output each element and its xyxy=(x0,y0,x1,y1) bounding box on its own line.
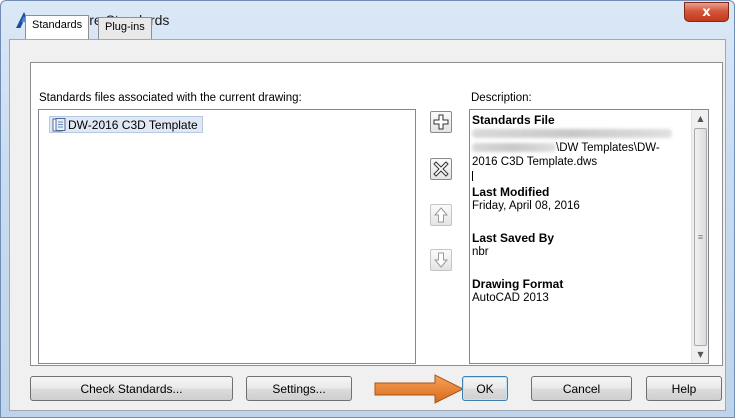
description-content: Standards File \DW Templates\DW- 2016 C3… xyxy=(472,113,682,305)
scroll-thumb[interactable]: ≡ xyxy=(694,128,707,346)
cancel-label: Cancel xyxy=(562,381,601,396)
scroll-down-arrow-icon[interactable]: ▼ xyxy=(692,346,708,363)
help-button[interactable]: Help xyxy=(646,376,722,401)
drawing-format-value: AutoCAD 2013 xyxy=(472,292,549,304)
grip-icon: ≡ xyxy=(697,232,704,242)
redacted-path-blur xyxy=(472,129,672,139)
add-standards-file-button[interactable] xyxy=(430,111,452,133)
settings-button[interactable]: Settings... xyxy=(246,376,352,401)
check-standards-label: Check Standards... xyxy=(80,381,183,396)
move-down-button[interactable] xyxy=(430,249,452,271)
redacted-path-blur xyxy=(472,143,556,153)
last-saved-by-value: nbr xyxy=(472,246,489,258)
remove-standards-file-button[interactable] xyxy=(430,158,452,180)
ok-label: OK xyxy=(476,381,494,396)
help-label: Help xyxy=(671,381,697,396)
remove-x-icon xyxy=(433,161,449,177)
text-cursor xyxy=(472,171,473,181)
annotation-arrow-icon xyxy=(374,374,465,404)
standards-files-list[interactable]: DW-2016 C3D Template xyxy=(38,109,416,364)
standards-file-path-tail: \DW Templates\DW- xyxy=(556,142,660,154)
standards-file-icon xyxy=(52,117,66,131)
cancel-button[interactable]: Cancel xyxy=(531,376,632,401)
move-up-arrow-icon xyxy=(433,207,449,223)
scroll-up-arrow-icon[interactable]: ▲ xyxy=(692,110,708,127)
tab-standards-label: Standards xyxy=(32,19,83,31)
list-item-label: DW-2016 C3D Template xyxy=(68,117,198,132)
tab-plug-ins-label: Plug-ins xyxy=(105,21,145,33)
close-icon: x xyxy=(702,4,711,20)
settings-label: Settings... xyxy=(272,381,326,396)
standards-file-heading: Standards File xyxy=(472,113,555,127)
standards-list-label: Standards files associated with the curr… xyxy=(39,92,302,104)
drawing-format-heading: Drawing Format xyxy=(472,277,564,291)
dialog-window: Configure Standards x Standards Plug-ins… xyxy=(0,0,735,418)
standards-file-path: \DW Templates\DW- 2016 C3D Template.dws xyxy=(472,127,682,169)
close-button[interactable]: x xyxy=(684,2,729,22)
tab-plug-ins[interactable]: Plug-ins xyxy=(98,17,152,39)
description-scrollbar[interactable]: ▲ ≡ ▼ xyxy=(691,110,708,363)
last-modified-heading: Last Modified xyxy=(472,185,550,199)
standards-file-path-end: 2016 C3D Template.dws xyxy=(472,156,598,168)
move-down-arrow-icon xyxy=(433,252,449,268)
description-label: Description: xyxy=(471,92,532,104)
last-saved-by-heading: Last Saved By xyxy=(472,231,555,245)
check-standards-button[interactable]: Check Standards... xyxy=(30,376,233,401)
tab-standards[interactable]: Standards xyxy=(25,15,90,39)
move-up-button[interactable] xyxy=(430,204,452,226)
ok-button[interactable]: OK xyxy=(462,376,508,401)
last-modified-value: Friday, April 08, 2016 xyxy=(472,200,580,212)
list-item[interactable]: DW-2016 C3D Template xyxy=(49,116,203,133)
plus-icon xyxy=(433,114,449,130)
description-box[interactable]: Standards File \DW Templates\DW- 2016 C3… xyxy=(469,109,709,364)
